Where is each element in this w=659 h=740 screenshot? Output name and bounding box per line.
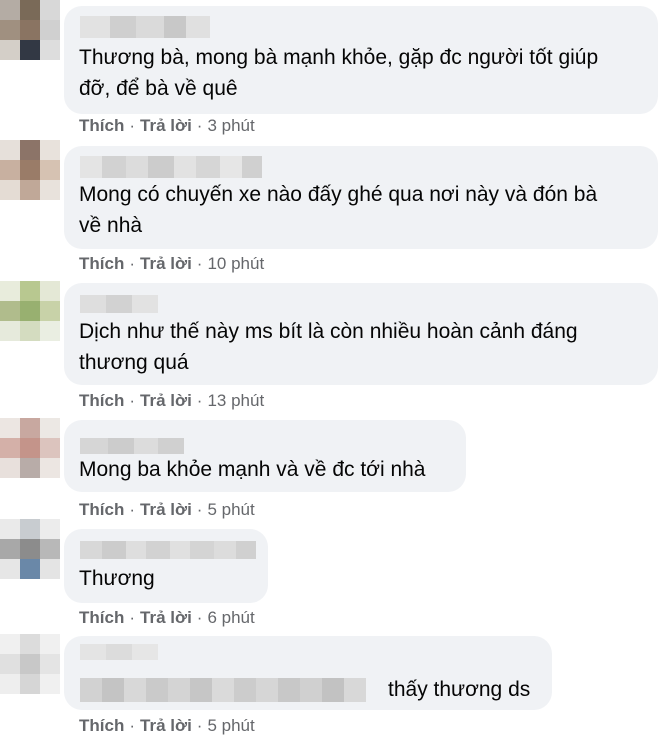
separator: ·: [196, 500, 203, 519]
reply-link[interactable]: Trả lời: [140, 608, 192, 627]
reply-link[interactable]: Trả lời: [140, 254, 192, 273]
comment-text: Mong ba khỏe mạnh và về đc tới nhà: [79, 458, 426, 481]
separator: ·: [129, 716, 136, 735]
comment-bubble: Thương bà, mong bà mạnh khỏe, gặp đc ngư…: [64, 6, 658, 114]
comment-text: Thương bà, mong bà mạnh khỏe, gặp đc ngư…: [79, 46, 599, 100]
comment-text: thấy thương ds: [388, 678, 531, 701]
comment-text: Mong có chuyến xe nào đấy ghé qua nơi nà…: [79, 183, 598, 237]
comment-actions: Thích · Trả lời · 13 phút: [79, 391, 264, 411]
separator: ·: [196, 391, 203, 410]
avatar[interactable]: [0, 634, 60, 694]
separator: ·: [196, 608, 203, 627]
timestamp[interactable]: 5 phút: [207, 500, 254, 519]
like-link[interactable]: Thích: [79, 116, 124, 135]
reply-link[interactable]: Trả lời: [140, 500, 192, 519]
comment-actions: Thích · Trả lời · 6 phút: [79, 608, 255, 628]
comment-text: Thương: [79, 567, 155, 590]
timestamp[interactable]: 3 phút: [207, 116, 254, 135]
author-name-blurred[interactable]: [80, 295, 158, 313]
comment-bubble: Dịch như thế này ms bít là còn nhiều hoà…: [64, 283, 658, 385]
timestamp[interactable]: 13 phút: [207, 391, 264, 410]
comment-actions: Thích · Trả lời · 10 phút: [79, 254, 264, 274]
separator: ·: [129, 500, 136, 519]
comment-bubble: thấy thương ds: [64, 636, 552, 710]
like-link[interactable]: Thích: [79, 608, 124, 627]
timestamp[interactable]: 10 phút: [207, 254, 264, 273]
like-link[interactable]: Thích: [79, 391, 124, 410]
comment-text-blurred: [80, 678, 366, 702]
author-name-blurred[interactable]: [80, 644, 158, 660]
author-name-blurred[interactable]: [80, 541, 256, 559]
comment-actions: Thích · Trả lời · 5 phút: [79, 716, 255, 736]
comment-text: Dịch như thế này ms bít là còn nhiều hoà…: [79, 320, 578, 374]
separator: ·: [196, 116, 203, 135]
author-name-blurred[interactable]: [80, 156, 262, 178]
timestamp[interactable]: 5 phút: [207, 716, 254, 735]
avatar[interactable]: [0, 519, 60, 579]
like-link[interactable]: Thích: [79, 716, 124, 735]
comment-bubble: Mong có chuyến xe nào đấy ghé qua nơi nà…: [64, 146, 658, 249]
avatar[interactable]: [0, 418, 60, 478]
separator: ·: [129, 608, 136, 627]
like-link[interactable]: Thích: [79, 254, 124, 273]
separator: ·: [196, 254, 203, 273]
separator: ·: [129, 254, 136, 273]
author-name-blurred[interactable]: [80, 438, 184, 454]
reply-link[interactable]: Trả lời: [140, 391, 192, 410]
comment-bubble: Mong ba khỏe mạnh và về đc tới nhà: [64, 420, 466, 492]
avatar[interactable]: [0, 140, 60, 200]
comment-actions: Thích · Trả lời · 5 phút: [79, 500, 255, 520]
avatar[interactable]: [0, 281, 60, 341]
separator: ·: [129, 391, 136, 410]
comment-bubble: Thương: [64, 529, 268, 603]
reply-link[interactable]: Trả lời: [140, 716, 192, 735]
like-link[interactable]: Thích: [79, 500, 124, 519]
comment-actions: Thích · Trả lời · 3 phút: [79, 116, 255, 136]
timestamp[interactable]: 6 phút: [207, 608, 254, 627]
separator: ·: [196, 716, 203, 735]
separator: ·: [129, 116, 136, 135]
author-name-blurred[interactable]: [80, 16, 210, 38]
reply-link[interactable]: Trả lời: [140, 116, 192, 135]
avatar[interactable]: [0, 0, 60, 60]
